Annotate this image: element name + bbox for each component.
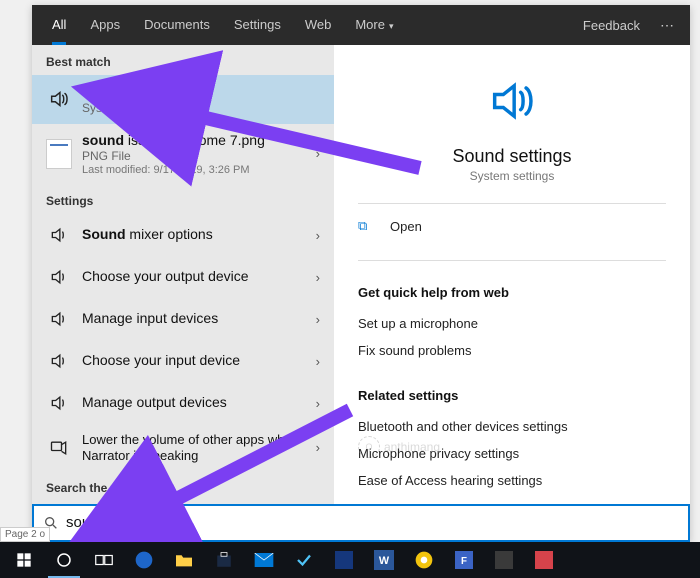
tab-all[interactable]: All	[40, 5, 78, 45]
open-icon: ⧉	[358, 218, 378, 234]
search-ghost-text: settings	[109, 514, 161, 531]
tab-apps[interactable]: Apps	[78, 5, 132, 45]
chevron-right-icon: ›	[310, 312, 320, 327]
taskbar-app-generic[interactable]	[524, 542, 564, 578]
result-sound-settings[interactable]: Sound settings System settings	[32, 75, 334, 124]
result-setting[interactable]: Choose your output device ›	[32, 256, 334, 298]
help-head: Get quick help from web	[358, 285, 666, 300]
page-indicator: Page 2 o	[0, 527, 50, 542]
taskbar-app-explorer[interactable]	[164, 542, 204, 578]
speaker-icon	[46, 222, 72, 248]
result-title: Choose your output device	[82, 268, 310, 286]
taskbar-app-word[interactable]: W	[364, 542, 404, 578]
overflow-menu[interactable]: ⋯	[652, 17, 682, 34]
search-bar[interactable]: soundsettings	[32, 504, 690, 542]
result-web[interactable]: sound - See web results ›	[32, 501, 334, 504]
result-setting[interactable]: Lower the volume of other apps when Narr…	[32, 424, 334, 471]
tab-web[interactable]: Web	[293, 5, 344, 45]
section-web: Search the web	[32, 471, 334, 501]
start-button[interactable]	[4, 542, 44, 578]
section-settings: Settings	[32, 184, 334, 214]
speaker-icon	[486, 75, 538, 132]
result-subtitle: System settings	[82, 101, 320, 116]
taskbar-app-chrome[interactable]	[404, 542, 444, 578]
taskbar: W F	[0, 542, 700, 578]
taskbar-app-mail[interactable]	[244, 542, 284, 578]
related-head: Related settings	[358, 388, 666, 403]
speaker-icon	[46, 306, 72, 332]
chevron-right-icon: ›	[310, 440, 320, 455]
tab-more[interactable]: More	[343, 5, 405, 45]
cortana-button[interactable]	[44, 542, 84, 578]
taskbar-app-generic[interactable]: F	[444, 542, 484, 578]
result-title: sound issue in chrome 7.png	[82, 132, 310, 150]
result-setting[interactable]: Manage input devices ›	[32, 298, 334, 340]
divider	[358, 260, 666, 261]
text-caret	[107, 514, 108, 531]
speaker-icon	[46, 390, 72, 416]
tab-documents[interactable]: Documents	[132, 5, 222, 45]
result-title: Choose your input device	[82, 352, 310, 370]
result-title: Manage input devices	[82, 310, 310, 328]
speaker-icon	[46, 348, 72, 374]
taskbar-app-generic[interactable]	[324, 542, 364, 578]
taskbar-app-generic[interactable]	[484, 542, 524, 578]
result-title: Manage output devices	[82, 394, 310, 412]
preview-subtitle: System settings	[470, 169, 555, 183]
result-modified: Last modified: 9/17/2019, 3:26 PM	[82, 164, 310, 176]
preview-title: Sound settings	[452, 146, 571, 167]
results-list: Best match Sound settings System setting…	[32, 45, 334, 504]
open-action[interactable]: ⧉ Open	[358, 212, 666, 240]
taskbar-app-edge[interactable]	[124, 542, 164, 578]
filter-tabs: All Apps Documents Settings Web More Fee…	[32, 5, 690, 45]
svg-text:F: F	[461, 556, 467, 567]
section-best-match: Best match	[32, 45, 334, 75]
related-link[interactable]: Ease of Access hearing settings	[358, 467, 666, 494]
preview-pane: Sound settings System settings ⧉ Open Ge…	[334, 45, 690, 504]
result-filetype: PNG File	[82, 149, 310, 164]
help-link[interactable]: Set up a microphone	[358, 310, 666, 337]
feedback-link[interactable]: Feedback	[571, 18, 652, 33]
divider	[358, 203, 666, 204]
related-link[interactable]: Microphone privacy settings	[358, 440, 666, 467]
speaker-icon	[46, 264, 72, 290]
taskbar-app-generic[interactable]	[284, 542, 324, 578]
open-label: Open	[390, 219, 422, 234]
file-thumb-icon	[46, 141, 72, 167]
result-setting[interactable]: Manage output devices ›	[32, 382, 334, 424]
help-link[interactable]: Fix sound problems	[358, 337, 666, 364]
tab-settings[interactable]: Settings	[222, 5, 293, 45]
result-title: Sound settings	[82, 83, 320, 101]
svg-text:W: W	[379, 555, 390, 567]
result-title: Lower the volume of other apps when Narr…	[82, 432, 310, 463]
result-file[interactable]: sound issue in chrome 7.png PNG File Las…	[32, 124, 334, 185]
search-window: All Apps Documents Settings Web More Fee…	[32, 5, 690, 542]
task-view-button[interactable]	[84, 542, 124, 578]
result-title: Sound mixer options	[82, 226, 310, 244]
chevron-right-icon: ›	[310, 270, 320, 285]
search-typed-text: sound	[66, 514, 107, 531]
chevron-right-icon: ›	[310, 396, 320, 411]
narrator-icon	[46, 435, 72, 461]
related-link[interactable]: Bluetooth and other devices settings	[358, 413, 666, 440]
chevron-right-icon: ›	[310, 228, 320, 243]
chevron-right-icon: ›	[310, 354, 320, 369]
result-setting[interactable]: Sound mixer options ›	[32, 214, 334, 256]
speaker-icon	[46, 86, 72, 112]
chevron-right-icon: ›	[310, 146, 320, 161]
result-setting[interactable]: Choose your input device ›	[32, 340, 334, 382]
taskbar-app-store[interactable]	[204, 542, 244, 578]
